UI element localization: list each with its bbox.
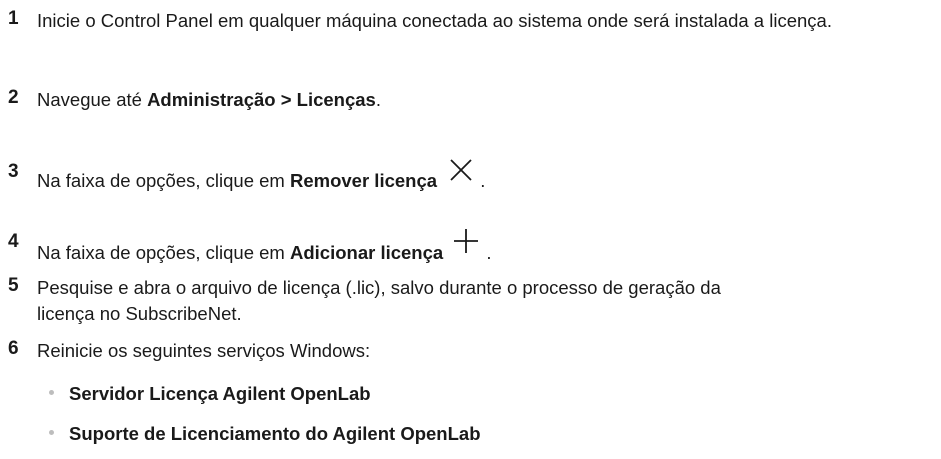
step-number: 1 [8, 8, 19, 29]
step-text: Na faixa de opções, clique em Remover li… [37, 159, 941, 194]
step-text: Inicie o Control Panel em qualquer máqui… [37, 10, 832, 31]
service-name: Servidor Licença Agilent OpenLab [69, 383, 371, 404]
step-text-prefix: Na faixa de opções, clique em [37, 242, 290, 263]
step-number: 2 [8, 87, 19, 108]
bullet-dot [49, 430, 54, 435]
close-icon [448, 159, 474, 194]
add-license-label: Adicionar licença [289, 242, 444, 263]
remove-license-label: Remover licença [289, 170, 438, 191]
step-number: 5 [8, 275, 19, 296]
step-text-suffix: . [486, 242, 492, 263]
step-text: Pesquise e abra o arquivo de licença (.l… [37, 277, 721, 324]
step-text-suffix: . [480, 170, 486, 191]
bullet-dot [49, 390, 54, 395]
step-number: 6 [8, 338, 19, 359]
step-text: Reinicie os seguintes serviços Windows: [37, 340, 371, 361]
step-text: Navegue até Administração > Licenças. [37, 87, 941, 113]
menu-path: Administração > Licenças [147, 89, 376, 110]
step-text-prefix: Navegue até [37, 89, 148, 110]
plus-icon [452, 229, 480, 266]
step-text: Na faixa de opções, clique em Adicionar … [37, 229, 941, 266]
step-number: 3 [8, 161, 19, 182]
step-text-prefix: Na faixa de opções, clique em [37, 170, 290, 191]
step-number: 4 [8, 231, 19, 252]
service-name: Suporte de Licenciamento do Agilent Open… [69, 423, 481, 444]
step-text-suffix: . [375, 89, 381, 110]
